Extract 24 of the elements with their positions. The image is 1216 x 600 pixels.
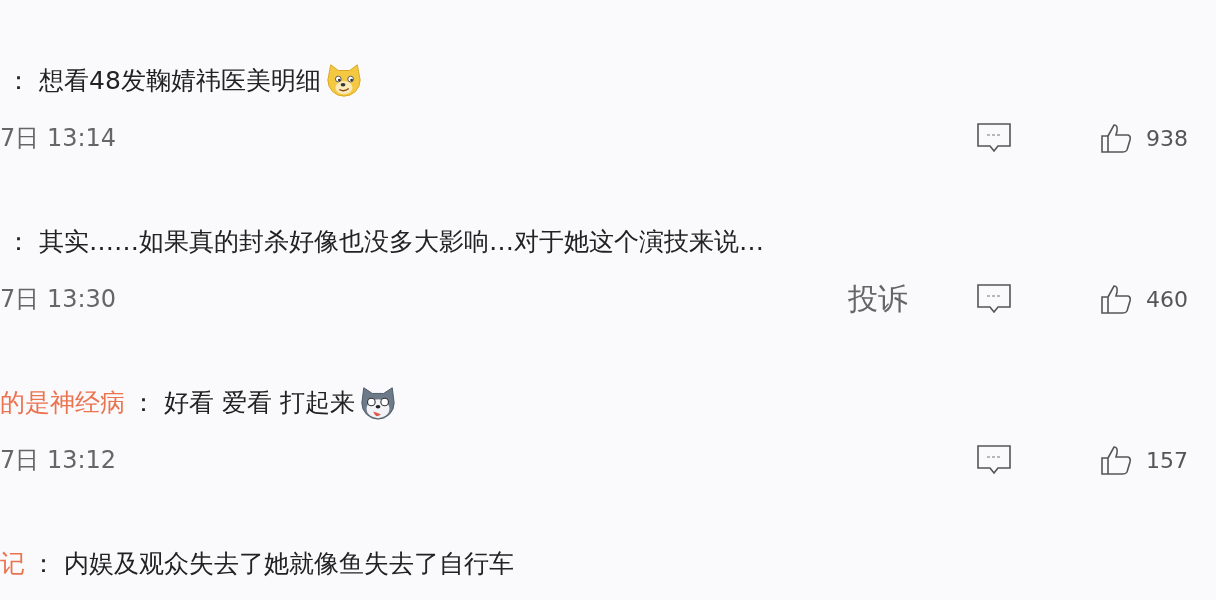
thumbs-up-icon[interactable] — [1100, 122, 1132, 154]
like-count: 938 — [1146, 125, 1189, 151]
comment-icon[interactable] — [976, 283, 1012, 315]
colon: ： — [6, 225, 31, 258]
timestamp: 7日 13:14 — [0, 123, 118, 154]
dog-emoji-icon — [324, 61, 363, 99]
comment-text: 内娱及观众失去了她就像鱼失去了自行车 — [64, 547, 514, 580]
comment-text: 想看48发鞠婧祎医美明细 — [39, 64, 321, 97]
username[interactable]: 记 — [0, 546, 25, 580]
colon: ： — [6, 64, 31, 97]
timestamp: 7日 13:12 — [0, 445, 118, 476]
comment-icon[interactable] — [976, 122, 1012, 154]
like-count: 157 — [1146, 447, 1189, 473]
comment-text: 其实……如果真的封杀好像也没多大影响…对于她这个演技来说… — [39, 225, 764, 258]
comment-icon[interactable] — [976, 444, 1012, 476]
comment-text: 好看 爱看 打起来 — [164, 386, 355, 419]
colon: ： — [31, 547, 56, 580]
like-count: 460 — [1146, 286, 1189, 312]
timestamp: 7日 13:30 — [0, 284, 118, 315]
thumbs-up-icon[interactable] — [1100, 283, 1132, 315]
report-link[interactable]: 投诉 — [848, 278, 908, 320]
colon: ： — [131, 386, 156, 419]
thumbs-up-icon[interactable] — [1100, 444, 1132, 476]
username[interactable]: 的是神经病 — [0, 385, 125, 419]
